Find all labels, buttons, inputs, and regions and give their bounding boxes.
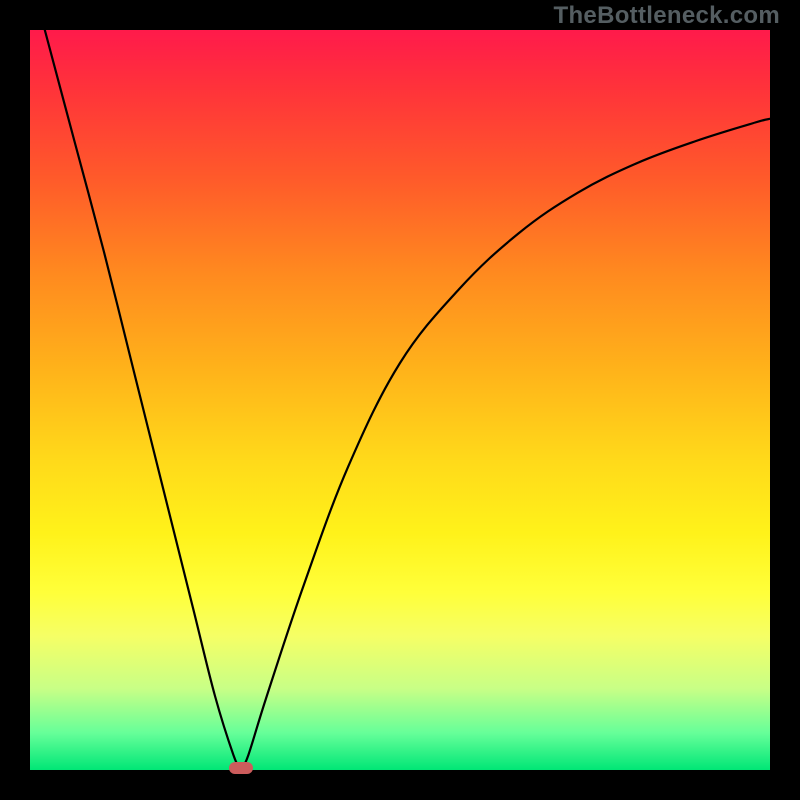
curve-layer (30, 30, 770, 770)
right-branch-curve (241, 119, 770, 770)
chart-frame: TheBottleneck.com (0, 0, 800, 800)
plot-area (30, 30, 770, 770)
watermark-text: TheBottleneck.com (554, 2, 780, 30)
left-branch-curve (45, 30, 241, 770)
minimum-marker (229, 762, 253, 774)
